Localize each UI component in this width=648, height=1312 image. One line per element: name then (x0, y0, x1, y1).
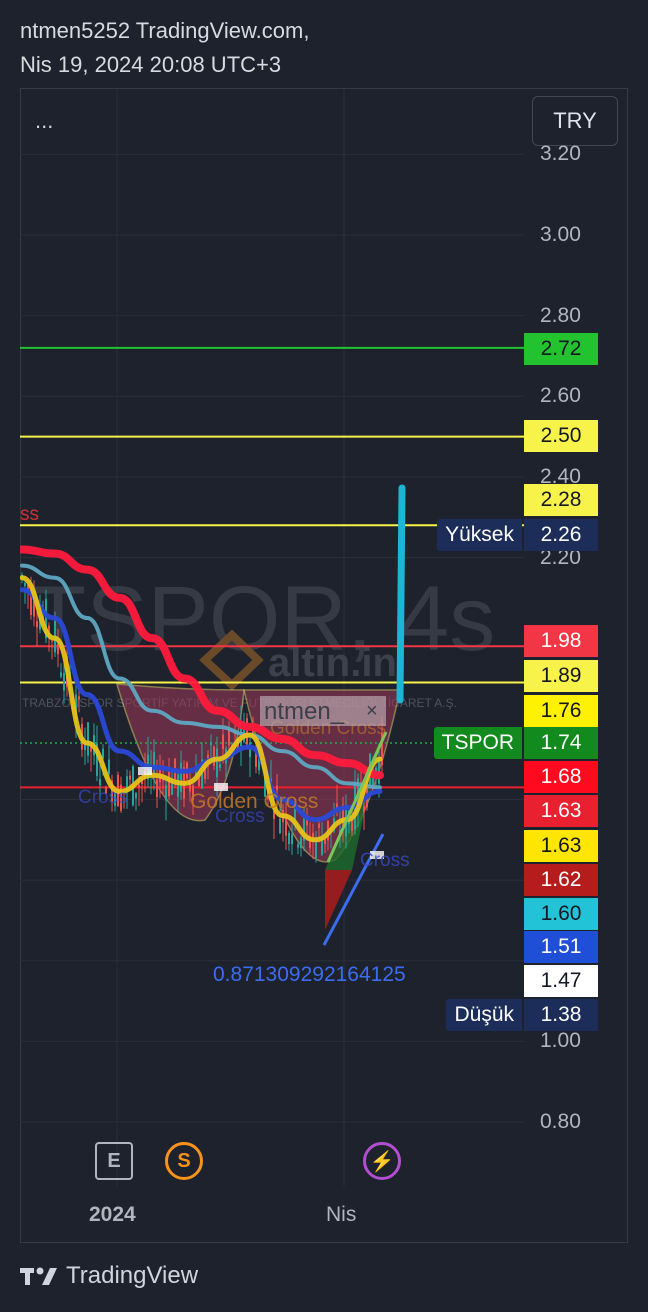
candle-body (165, 785, 167, 801)
target-bar (396, 484, 406, 704)
axis-tick-label: 3.00 (540, 223, 581, 246)
candle-body (99, 778, 101, 786)
price-tag: 1.89 (524, 660, 598, 692)
price-tag: 1.51 (524, 931, 598, 963)
time-label-nis: Nis (326, 1203, 357, 1226)
candle-body (135, 792, 137, 799)
candle-body (363, 806, 365, 813)
earnings-icon[interactable]: E (95, 1142, 133, 1180)
candle-body (291, 834, 293, 845)
price-tag: 1.98 (524, 625, 598, 657)
price-tag: 1.63 (524, 795, 598, 827)
annotation-target-value: 0.871309292164125 (213, 963, 406, 986)
price-tag-name: TSPOR (433, 727, 522, 759)
price-tag: 1.68 (524, 761, 598, 793)
candle-body (57, 644, 59, 655)
candle-body (177, 774, 179, 797)
price-tag: 2.50 (524, 420, 598, 452)
time-label-2024: 2024 (89, 1203, 136, 1226)
price-tag: 2.26 (524, 519, 598, 551)
annotation-cross-3: Cross (360, 850, 410, 871)
axis-tick-label: 2.80 (540, 303, 581, 327)
candle-body (129, 775, 131, 780)
candle-body (300, 837, 302, 849)
candle-body (216, 748, 218, 778)
candle-body (51, 640, 53, 642)
split-icon[interactable]: S (165, 1142, 203, 1180)
candle-body (288, 832, 290, 845)
candle-body (222, 734, 224, 750)
user-tag-label: ntmen_ (264, 698, 345, 725)
candle-body (213, 746, 215, 766)
tradingview-logo-icon (20, 1267, 57, 1285)
annotation-cross-2: Cross (215, 806, 265, 827)
price-tag: 1.76 (524, 695, 598, 727)
candle-body (279, 818, 281, 833)
candle-body (78, 696, 80, 700)
candle-body (153, 752, 155, 774)
candle-body (24, 582, 26, 587)
price-tag: 1.38 (524, 999, 598, 1031)
candle-body (60, 672, 62, 677)
candle-body (210, 742, 212, 746)
candle-body (156, 779, 158, 797)
price-tag: 2.28 (524, 484, 598, 516)
axis-tick-label: 0.80 (540, 1110, 581, 1133)
candle-body (36, 621, 38, 628)
price-tag: 1.74 (524, 727, 598, 759)
watermark-site: altin.in (268, 641, 397, 685)
cross-marker (138, 767, 152, 775)
chart-menu-button[interactable]: ... (35, 108, 53, 134)
footer-brand: TradingView (66, 1262, 199, 1289)
annotation-cross-1: Cross (78, 787, 128, 808)
price-tag-name: Düşük (446, 999, 522, 1031)
user-tag-close-icon: × (366, 700, 378, 722)
candle-body (168, 771, 170, 797)
candle-body (297, 844, 299, 848)
price-tag-name: Yüksek (437, 519, 522, 551)
currency-button[interactable]: TRY (532, 96, 618, 146)
price-tag: 1.47 (524, 965, 598, 997)
candle-body (318, 823, 320, 828)
candle-body (138, 784, 140, 788)
axis-tick-label: 2.60 (540, 384, 581, 408)
price-tag: 1.62 (524, 864, 598, 896)
axis-tick-label: 1.00 (540, 1029, 581, 1053)
annotation-cross-left: ss (20, 504, 39, 525)
candle-body (63, 672, 65, 691)
candle-body (219, 764, 221, 768)
lightning-icon[interactable]: ⚡ (363, 1142, 401, 1180)
price-tag: 1.63 (524, 830, 598, 862)
tradingview-footer[interactable]: TradingView (20, 1262, 198, 1290)
price-tag: 2.72 (524, 333, 598, 365)
price-tag: 1.60 (524, 898, 598, 930)
candle-body (246, 718, 248, 745)
candle-body (180, 762, 182, 792)
candle-body (87, 722, 89, 756)
axis-tick-label: 3.20 (540, 142, 581, 166)
candle-body (108, 759, 110, 774)
